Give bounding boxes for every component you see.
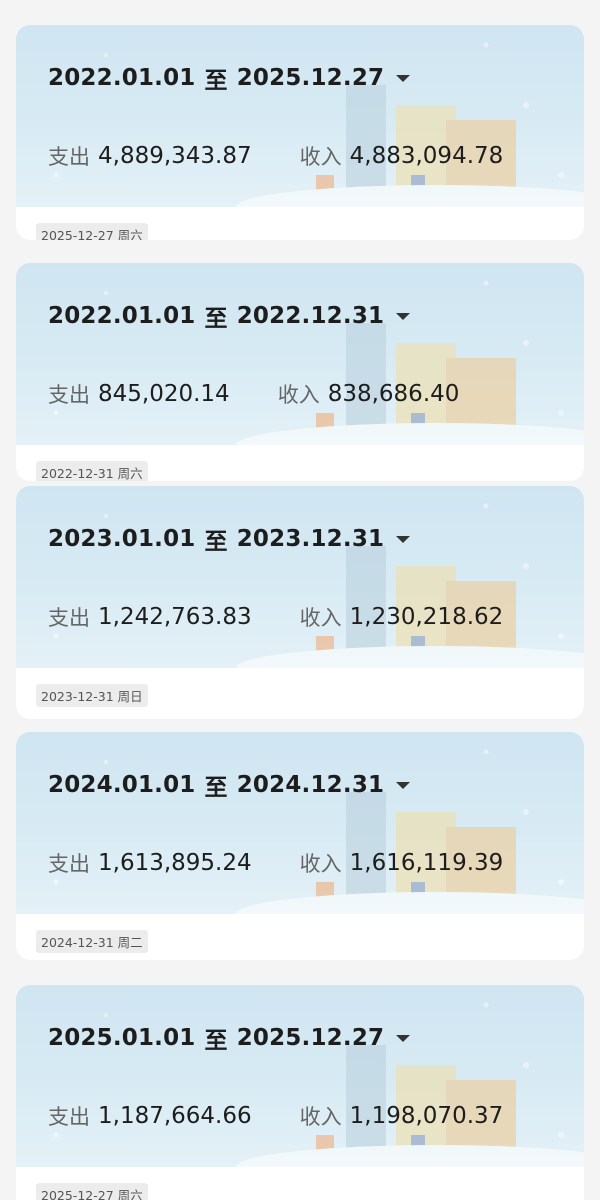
caret-down-icon[interactable] bbox=[396, 535, 411, 543]
range-end-date: 2025.12.27 bbox=[236, 65, 385, 91]
records-page: 2022.01.01 至 2025.12.27 支出 4,889,343.87 … bbox=[0, 0, 600, 1200]
summary-card[interactable]: 2022.01.01 至 2022.12.31 支出 845,020.14 收入… bbox=[16, 263, 584, 481]
expense-label: 支出 bbox=[48, 145, 90, 169]
totals-row: 支出 4,889,343.87 收入 4,883,094.78 bbox=[48, 141, 503, 171]
range-end-date: 2023.12.31 bbox=[236, 526, 385, 552]
range-start-date: 2025.01.01 bbox=[48, 1025, 196, 1051]
card-banner: 2025.01.01 至 2025.12.27 支出 1,187,664.66 … bbox=[16, 985, 584, 1167]
range-start-date: 2022.01.01 bbox=[48, 65, 196, 91]
date-range-selector[interactable]: 2025.01.01 至 2025.12.27 bbox=[48, 1023, 411, 1054]
expense-label: 支出 bbox=[48, 383, 90, 407]
totals-row: 支出 1,187,664.66 收入 1,198,070.37 bbox=[48, 1101, 503, 1131]
winter-town-illustration bbox=[53, 503, 584, 668]
totals-row: 支出 1,242,763.83 收入 1,230,218.62 bbox=[48, 602, 503, 632]
range-end-date: 2024.12.31 bbox=[236, 772, 385, 798]
date-tag: 2022-12-31 周六 bbox=[36, 461, 148, 481]
date-range-selector[interactable]: 2022.01.01 至 2025.12.27 bbox=[48, 63, 411, 94]
summary-card[interactable]: 2023.01.01 至 2023.12.31 支出 1,242,763.83 … bbox=[16, 486, 584, 719]
date-tag: 2025-12-27 周六 bbox=[36, 1183, 148, 1200]
income-label: 收入 bbox=[299, 606, 342, 630]
income-label: 收入 bbox=[299, 145, 342, 169]
range-start-date: 2022.01.01 bbox=[48, 303, 196, 329]
range-start-date: 2023.01.01 bbox=[48, 526, 196, 552]
caret-down-icon[interactable] bbox=[396, 1034, 411, 1042]
expense-label: 支出 bbox=[48, 852, 90, 876]
card-banner: 2023.01.01 至 2023.12.31 支出 1,242,763.83 … bbox=[16, 486, 584, 668]
income-label: 收入 bbox=[299, 1105, 342, 1129]
income-value: 838,686.40 bbox=[327, 381, 460, 407]
summary-card[interactable]: 2022.01.01 至 2025.12.27 支出 4,889,343.87 … bbox=[16, 25, 584, 240]
range-separator: 至 bbox=[204, 529, 228, 555]
totals-row: 支出 1,613,895.24 收入 1,616,119.39 bbox=[48, 848, 503, 878]
date-range-selector[interactable]: 2023.01.01 至 2023.12.31 bbox=[48, 524, 411, 555]
range-separator: 至 bbox=[204, 68, 228, 94]
caret-down-icon[interactable] bbox=[396, 312, 411, 320]
winter-town-illustration bbox=[53, 42, 584, 207]
totals-row: 支出 845,020.14 收入 838,686.40 bbox=[48, 379, 459, 409]
income-value: 1,230,218.62 bbox=[349, 604, 504, 630]
date-tag: 2024-12-31 周二 bbox=[36, 930, 148, 953]
card-banner: 2024.01.01 至 2024.12.31 支出 1,613,895.24 … bbox=[16, 732, 584, 914]
caret-down-icon[interactable] bbox=[396, 781, 411, 789]
range-separator: 至 bbox=[204, 306, 228, 332]
income-label: 收入 bbox=[277, 383, 320, 407]
expense-value: 1,613,895.24 bbox=[98, 850, 252, 876]
expense-value: 1,187,664.66 bbox=[98, 1103, 252, 1129]
card-banner: 2022.01.01 至 2022.12.31 支出 845,020.14 收入… bbox=[16, 263, 584, 445]
income-value: 1,616,119.39 bbox=[349, 850, 504, 876]
range-separator: 至 bbox=[204, 1028, 228, 1054]
range-end-date: 2025.12.27 bbox=[236, 1025, 385, 1051]
summary-card[interactable]: 2025.01.01 至 2025.12.27 支出 1,187,664.66 … bbox=[16, 985, 584, 1200]
date-range-selector[interactable]: 2022.01.01 至 2022.12.31 bbox=[48, 301, 411, 332]
summary-card[interactable]: 2024.01.01 至 2024.12.31 支出 1,613,895.24 … bbox=[16, 732, 584, 960]
range-end-date: 2022.12.31 bbox=[236, 303, 385, 329]
expense-value: 1,242,763.83 bbox=[98, 604, 252, 630]
caret-down-icon[interactable] bbox=[396, 74, 411, 82]
winter-town-illustration bbox=[53, 280, 584, 445]
expense-value: 4,889,343.87 bbox=[98, 143, 252, 169]
income-label: 收入 bbox=[299, 852, 342, 876]
range-separator: 至 bbox=[204, 775, 228, 801]
income-value: 4,883,094.78 bbox=[349, 143, 504, 169]
winter-town-illustration bbox=[53, 749, 584, 914]
range-start-date: 2024.01.01 bbox=[48, 772, 196, 798]
date-tag: 2025-12-27 周六 bbox=[36, 223, 148, 240]
date-tag: 2023-12-31 周日 bbox=[36, 684, 148, 707]
expense-label: 支出 bbox=[48, 1105, 90, 1129]
card-banner: 2022.01.01 至 2025.12.27 支出 4,889,343.87 … bbox=[16, 25, 584, 207]
income-value: 1,198,070.37 bbox=[349, 1103, 504, 1129]
expense-label: 支出 bbox=[48, 606, 90, 630]
expense-value: 845,020.14 bbox=[98, 381, 230, 407]
winter-town-illustration bbox=[53, 1002, 584, 1167]
date-range-selector[interactable]: 2024.01.01 至 2024.12.31 bbox=[48, 770, 411, 801]
